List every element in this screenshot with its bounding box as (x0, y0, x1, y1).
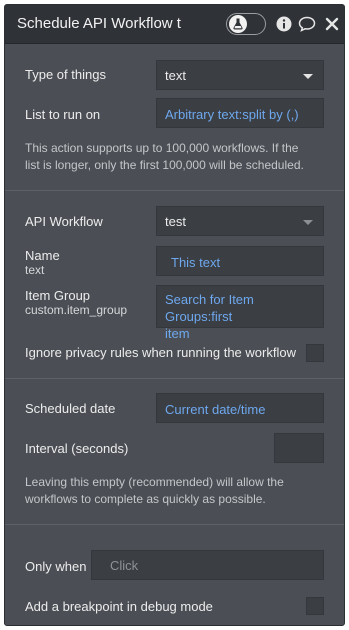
scheduled-date-field[interactable]: Current date/time (156, 393, 324, 423)
help-line: workflows to complete as quickly as poss… (25, 492, 266, 506)
breakpoint-checkbox[interactable] (306, 597, 324, 615)
scheduled-date-value: Current date/time (165, 402, 266, 417)
interval-input[interactable] (274, 433, 324, 463)
section-divider (5, 190, 344, 191)
name-param-type: text (25, 263, 45, 277)
help-line: list is longer, only the first 100,000 w… (25, 158, 304, 172)
item-group-type: custom.item_group (25, 303, 128, 317)
name-param-field[interactable]: This text (156, 246, 324, 276)
close-icon[interactable] (323, 15, 341, 33)
only-when-placeholder: Click (110, 558, 139, 573)
section-divider (5, 378, 344, 379)
panel-header: Schedule API Workflow t (5, 5, 344, 44)
help-line: Leaving this empty (recommended) will al… (25, 475, 284, 489)
name-param-value: This text (171, 255, 221, 270)
api-workflow-dropdown[interactable]: test (156, 206, 324, 236)
only-when-field[interactable]: Click (91, 550, 324, 580)
type-of-things-label: Type of things (25, 67, 106, 82)
info-icon[interactable] (275, 15, 293, 33)
item-group-field[interactable]: Search for Item Groups:first item (156, 285, 324, 341)
chevron-down-icon (303, 74, 313, 79)
debug-toggle[interactable] (226, 13, 266, 35)
ignore-privacy-checkbox[interactable] (306, 344, 324, 362)
flask-icon (229, 15, 247, 33)
workflow-limit-help: This action supports up to 100,000 workf… (25, 140, 304, 174)
help-line: This action supports up to 100,000 workf… (25, 141, 299, 155)
name-param-label: Name (25, 248, 60, 263)
api-workflow-value: test (165, 214, 186, 229)
interval-help: Leaving this empty (recommended) will al… (25, 474, 284, 508)
panel-title: Schedule API Workflow t (17, 15, 181, 32)
item-group-value: Search for Item Groups:first item (165, 291, 317, 342)
type-of-things-dropdown[interactable]: text (156, 60, 324, 90)
schedule-api-workflow-panel: Schedule API Workflow t Type of things t… (4, 4, 345, 626)
chevron-down-icon (303, 220, 313, 225)
list-to-run-on-label: List to run on (25, 107, 101, 122)
comment-icon[interactable] (298, 15, 316, 33)
item-group-value-line: Search for Item Groups:first (165, 292, 254, 324)
list-to-run-on-value: Arbitrary text:split by (,) (165, 107, 299, 122)
api-workflow-label: API Workflow (25, 214, 103, 229)
type-of-things-value: text (165, 68, 186, 83)
item-group-value-line: item (165, 326, 190, 341)
interval-label: Interval (seconds) (25, 441, 129, 456)
scheduled-date-label: Scheduled date (25, 401, 116, 416)
only-when-label: Only when (25, 559, 87, 574)
item-group-label: Item Group (25, 288, 91, 303)
list-to-run-on-field[interactable]: Arbitrary text:split by (,) (156, 98, 324, 128)
ignore-privacy-label: Ignore privacy rules when running the wo… (25, 345, 296, 360)
breakpoint-label: Add a breakpoint in debug mode (25, 599, 213, 614)
section-divider (5, 524, 344, 525)
